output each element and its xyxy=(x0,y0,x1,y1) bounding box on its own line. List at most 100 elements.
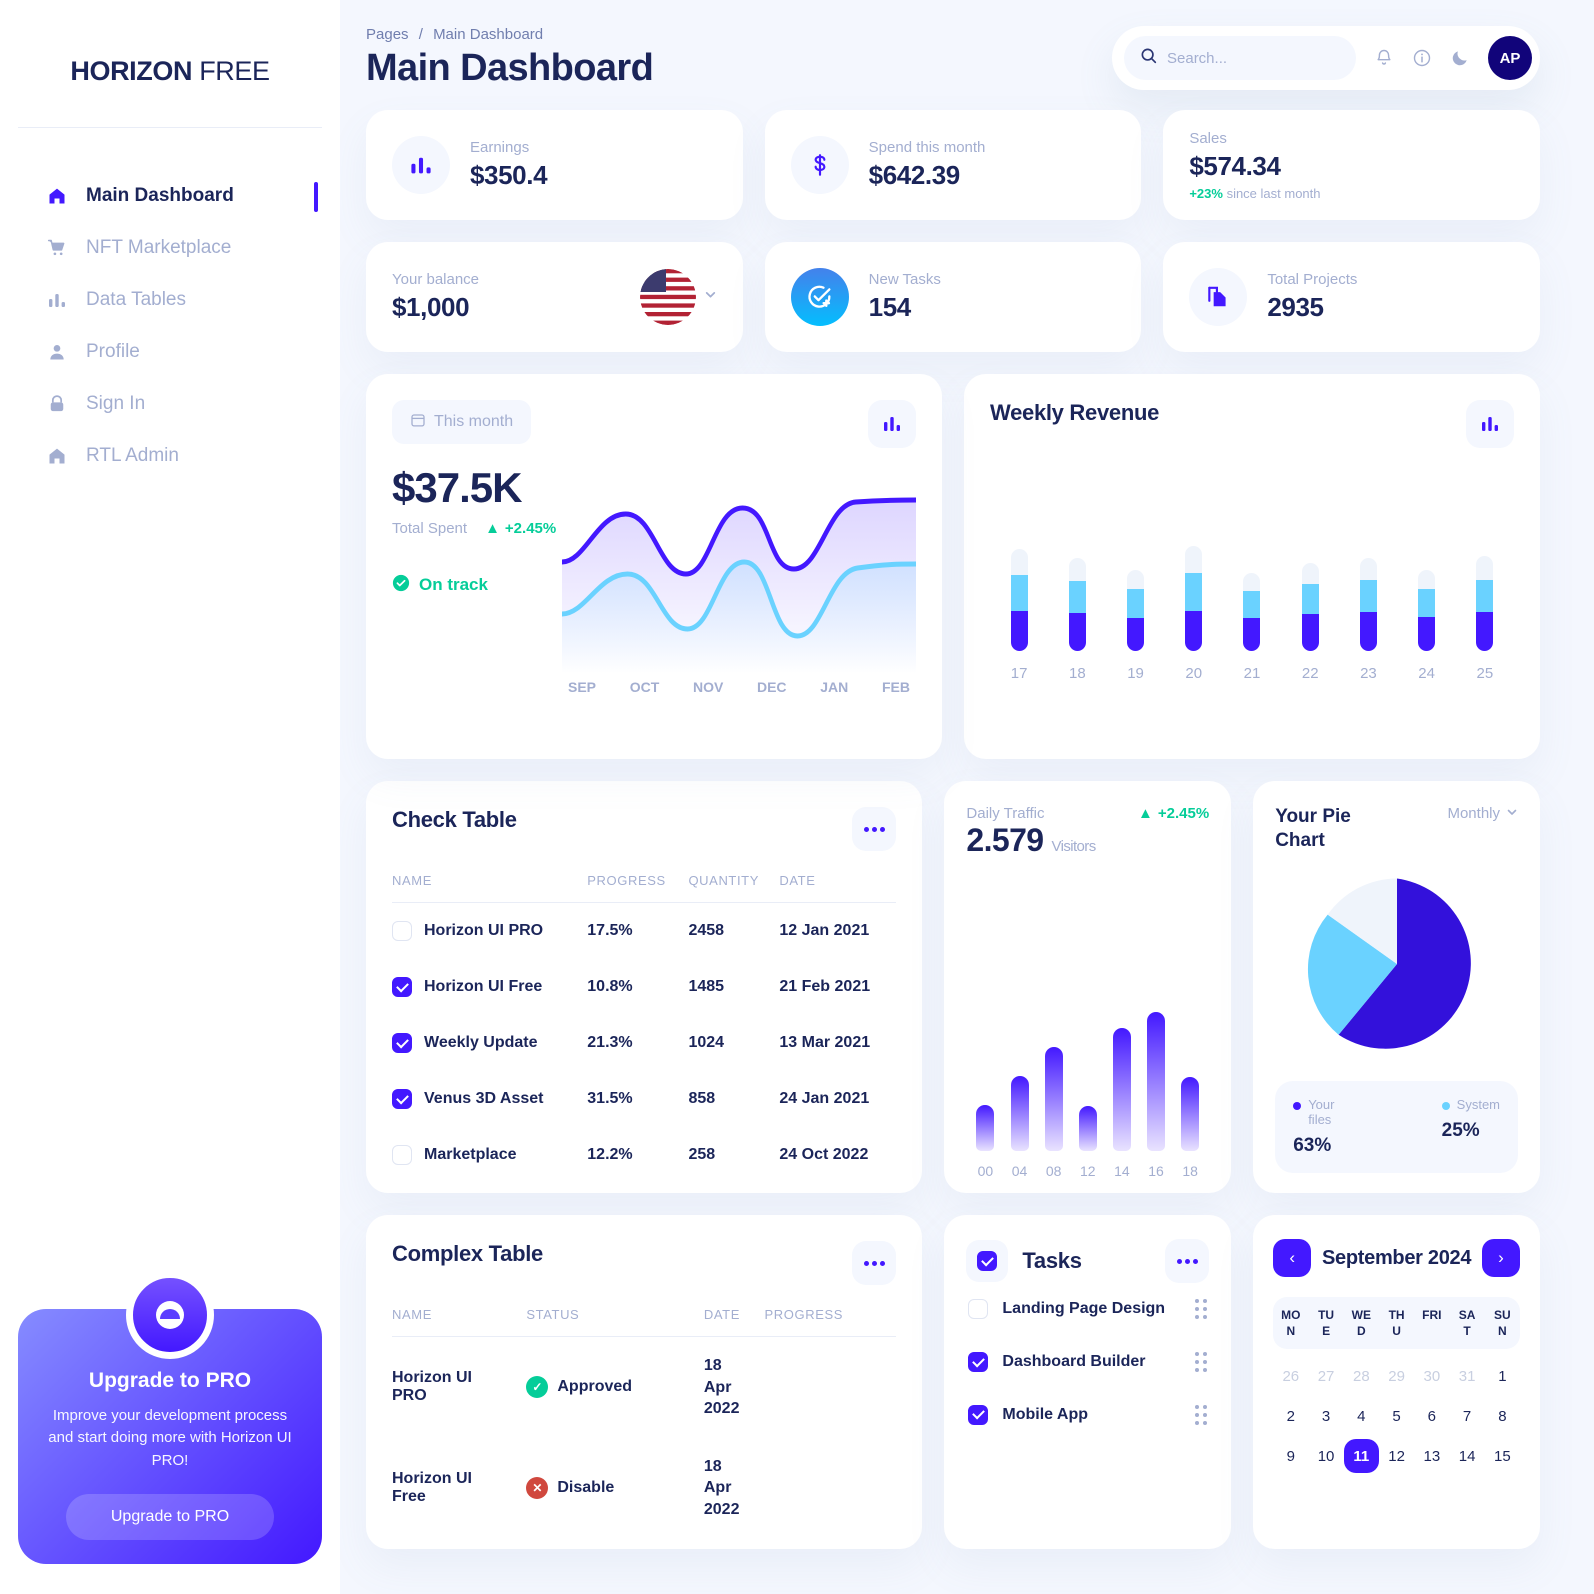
column-header[interactable]: NAME xyxy=(392,873,588,903)
calendar-day[interactable]: 27 xyxy=(1308,1359,1343,1393)
calendar-day-selected[interactable]: 11 xyxy=(1343,1439,1379,1474)
date-range-label: This month xyxy=(434,413,514,430)
sidebar-item-data-tables[interactable]: Data Tables xyxy=(0,274,340,326)
task-item[interactable]: Dashboard Builder xyxy=(966,1336,1209,1389)
breadcrumb-parent[interactable]: Pages xyxy=(366,26,409,43)
tasks-title: Tasks xyxy=(1022,1248,1082,1273)
calendar-day[interactable]: 30 xyxy=(1414,1359,1449,1393)
stat-card-new-tasks: New Tasks 154 xyxy=(764,242,1142,352)
stat-text-group: New Tasks 154 xyxy=(869,271,941,323)
drag-handle-icon[interactable] xyxy=(1195,1404,1208,1425)
sidebar-item-nft-marketplace[interactable]: NFT Marketplace xyxy=(0,222,340,274)
calendar-day[interactable]: 29 xyxy=(1379,1359,1414,1393)
home-icon xyxy=(46,445,68,467)
calendar-day[interactable]: 13 xyxy=(1414,1439,1449,1473)
calendar-day[interactable]: 12 xyxy=(1379,1439,1414,1473)
column-header[interactable]: PROGRESS xyxy=(587,873,689,903)
row-checkbox[interactable] xyxy=(392,1033,412,1053)
pie-chart-title: Your Pie Chart xyxy=(1275,806,1351,851)
bar-segment xyxy=(1068,558,1086,581)
weekly-revenue-column: 21 xyxy=(1243,573,1261,682)
pie-chart-period-select[interactable]: Monthly xyxy=(1447,805,1518,822)
weekly-revenue-column: 17 xyxy=(1010,549,1028,682)
pie-chart-card: Your Pie Chart Monthly Your files 63% Sy… xyxy=(1253,781,1540,1193)
date-range-selector[interactable]: This month xyxy=(392,400,532,444)
tasks-master-checkbox[interactable] xyxy=(977,1251,998,1271)
row-checkbox[interactable] xyxy=(392,1145,412,1165)
info-icon[interactable] xyxy=(1412,48,1432,68)
bar-label: 00 xyxy=(977,1163,994,1179)
drag-handle-icon[interactable] xyxy=(1195,1299,1208,1320)
calendar-day[interactable]: 10 xyxy=(1308,1439,1343,1473)
bell-icon[interactable] xyxy=(1374,48,1394,68)
column-header[interactable]: DATE xyxy=(779,873,897,903)
calendar-day[interactable]: 15 xyxy=(1485,1439,1520,1473)
bar-label: 22 xyxy=(1301,665,1319,682)
calendar-day[interactable]: 5 xyxy=(1379,1399,1414,1433)
drag-handle-icon[interactable] xyxy=(1195,1352,1208,1373)
calendar-day[interactable]: 8 xyxy=(1485,1399,1520,1433)
cell-progress: 12.2% xyxy=(587,1146,633,1163)
column-header[interactable]: NAME xyxy=(392,1307,527,1337)
tasks-menu-button[interactable] xyxy=(1165,1239,1210,1283)
sidebar-item-main-dashboard[interactable]: Main Dashboard xyxy=(0,170,340,222)
calendar-day[interactable]: 9 xyxy=(1273,1439,1308,1473)
complex-table-menu-button[interactable] xyxy=(852,1241,897,1285)
row-checkbox[interactable] xyxy=(392,977,412,997)
table-row: Venus 3D Asset 31.5% 858 24 Jan 2021 xyxy=(392,1071,896,1127)
stat-value: $350.4 xyxy=(470,160,548,190)
cell-quantity: 858 xyxy=(688,1090,716,1107)
search-box[interactable] xyxy=(1124,36,1356,80)
task-checkbox[interactable] xyxy=(968,1299,989,1320)
column-header[interactable]: STATUS xyxy=(526,1307,704,1337)
calendar-next-button[interactable]: › xyxy=(1482,1239,1520,1277)
pie-legend-item: System 25% xyxy=(1441,1097,1500,1157)
bar-segment xyxy=(1068,581,1086,613)
column-header[interactable]: PROGRESS xyxy=(764,1307,897,1337)
charts-row: This month $37.5K Total Spent ▲ +2.45% O… xyxy=(366,374,1540,759)
total-spent-delta: ▲ +2.45% xyxy=(485,520,556,537)
row-checkbox[interactable] xyxy=(392,1089,412,1109)
search-icon xyxy=(1140,47,1157,69)
bar-label: 16 xyxy=(1148,1163,1164,1179)
task-item[interactable]: Landing Page Design xyxy=(966,1283,1209,1336)
task-checkbox[interactable] xyxy=(968,1352,989,1373)
calendar-day[interactable]: 14 xyxy=(1449,1439,1484,1473)
sidebar-item-profile[interactable]: Profile xyxy=(0,326,340,378)
bar-segment xyxy=(1010,611,1028,651)
currency-selector[interactable] xyxy=(639,269,717,325)
horizon-logo-icon xyxy=(126,1270,214,1359)
calendar-day[interactable]: 3 xyxy=(1308,1399,1343,1433)
calendar-day-grid: 26 27 28 29 30 31 1 2 3 4 5 6 7 8 9 10 11 12 13 14 15 xyxy=(1273,1359,1520,1474)
brand-bold: HORIZON xyxy=(70,56,193,86)
calendar-day[interactable]: 28 xyxy=(1344,1359,1379,1393)
avatar[interactable]: AP xyxy=(1488,36,1532,80)
calendar-day[interactable]: 2 xyxy=(1273,1399,1308,1433)
calendar-day[interactable]: 26 xyxy=(1273,1359,1308,1393)
row-checkbox[interactable] xyxy=(392,921,412,941)
task-checkbox[interactable] xyxy=(968,1404,989,1425)
sidebar-item-sign-in[interactable]: Sign In xyxy=(0,378,340,430)
calendar-day[interactable]: 6 xyxy=(1414,1399,1449,1433)
bar-segment xyxy=(1476,612,1494,651)
calendar-prev-button[interactable]: ‹ xyxy=(1273,1239,1312,1277)
column-header[interactable]: QUANTITY xyxy=(688,873,780,903)
calendar-day[interactable]: 31 xyxy=(1449,1359,1484,1393)
search-input[interactable] xyxy=(1167,49,1327,67)
total-spent-meta: Total Spent ▲ +2.45% xyxy=(392,518,562,540)
stat-value: 2935 xyxy=(1267,292,1324,322)
calendar-day[interactable]: 7 xyxy=(1449,1399,1484,1433)
column-header[interactable]: DATE xyxy=(703,1307,765,1337)
calendar-day[interactable]: 4 xyxy=(1344,1399,1379,1433)
check-table-menu-button[interactable] xyxy=(852,807,897,851)
upgrade-to-pro-button[interactable]: Upgrade to PRO xyxy=(66,1494,274,1540)
bar-segment xyxy=(1418,570,1436,589)
bar-chart-icon-button[interactable] xyxy=(868,400,916,448)
task-item[interactable]: Mobile App xyxy=(966,1389,1209,1442)
sidebar-item-rtl-admin[interactable]: RTL Admin xyxy=(0,430,340,482)
bar-chart-icon-button[interactable] xyxy=(1466,400,1514,448)
pie-chart-graphic xyxy=(1275,869,1518,1059)
bar-chart-icon xyxy=(46,289,68,311)
moon-icon[interactable] xyxy=(1450,48,1470,68)
calendar-day[interactable]: 1 xyxy=(1485,1359,1520,1393)
